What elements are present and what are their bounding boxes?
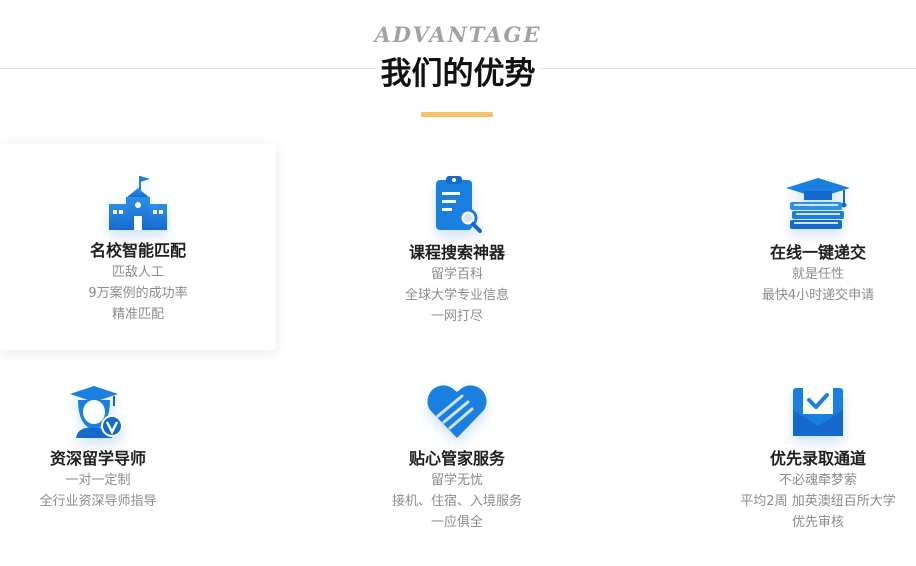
card-title: 资深留学导师	[49, 449, 146, 468]
section-title: 我们的优势	[0, 48, 916, 93]
advantage-card-butler-service[interactable]: 贴心管家服务 留学无忧 接机、住宿、入境服务 一应俱全	[319, 382, 595, 533]
card-title: 优先录取通道	[769, 449, 866, 468]
advantage-card-mentor[interactable]: 资深留学导师 一对一定制 全行业资深导师指导	[0, 382, 236, 512]
mail-check-icon	[793, 388, 843, 436]
card-line: 一应俱全	[430, 515, 483, 530]
advantage-card-school-match[interactable]: 名校智能匹配 匹敌人工 9万案例的成功率 精准匹配	[0, 144, 276, 350]
section-eyebrow: ADVANTAGE	[374, 22, 542, 47]
card-line: 接机、住宿、入境服务	[391, 494, 522, 509]
card-line: 留学无忧	[430, 473, 483, 488]
card-line: 不必魂牵梦萦	[778, 473, 857, 488]
heart-hands-icon	[427, 385, 487, 438]
card-title: 名校智能匹配	[89, 241, 186, 260]
card-title: 在线一键递交	[769, 243, 866, 262]
card-line: 平均2周 加英澳纽百所大学	[740, 494, 896, 509]
card-title: 贴心管家服务	[408, 449, 505, 468]
advantage-card-priority-admission[interactable]: 优先录取通道 不必魂牵梦萦 平均2周 加英澳纽百所大学 优先审核	[680, 382, 916, 533]
card-line: 优先审核	[791, 515, 844, 530]
card-line: 就是任性	[791, 267, 844, 282]
section-title-text: 我们的优势	[376, 56, 540, 92]
advantage-section: ADVANTAGE 我们的优势 名校智能匹配 匹敌人工 9万案例的成功率 精准匹…	[0, 0, 916, 566]
card-line: 留学百科	[430, 267, 483, 282]
card-line: 全行业资深导师指导	[39, 494, 157, 509]
card-line: 最快4小时递交申请	[761, 288, 875, 303]
card-line: 匹敌人工	[111, 265, 164, 280]
advantage-card-online-submit[interactable]: 在线一键递交 就是任性 最快4小时递交申请	[680, 174, 916, 306]
card-line: 精准匹配	[111, 307, 164, 322]
card-line: 一网打尽	[430, 309, 483, 324]
card-line: 一对一定制	[65, 473, 131, 488]
card-line: 全球大学专业信息	[404, 288, 509, 303]
clipboard-search-icon	[436, 176, 482, 233]
advantage-card-course-search[interactable]: 课程搜索神器 留学百科 全球大学专业信息 一网打尽	[319, 174, 595, 327]
card-line: 9万案例的成功率	[88, 286, 188, 301]
mentor-avatar-icon	[70, 386, 123, 438]
graduation-books-icon	[786, 178, 850, 229]
school-building-icon	[109, 176, 167, 230]
title-accent-bar	[421, 112, 493, 117]
card-title: 课程搜索神器	[408, 243, 505, 262]
